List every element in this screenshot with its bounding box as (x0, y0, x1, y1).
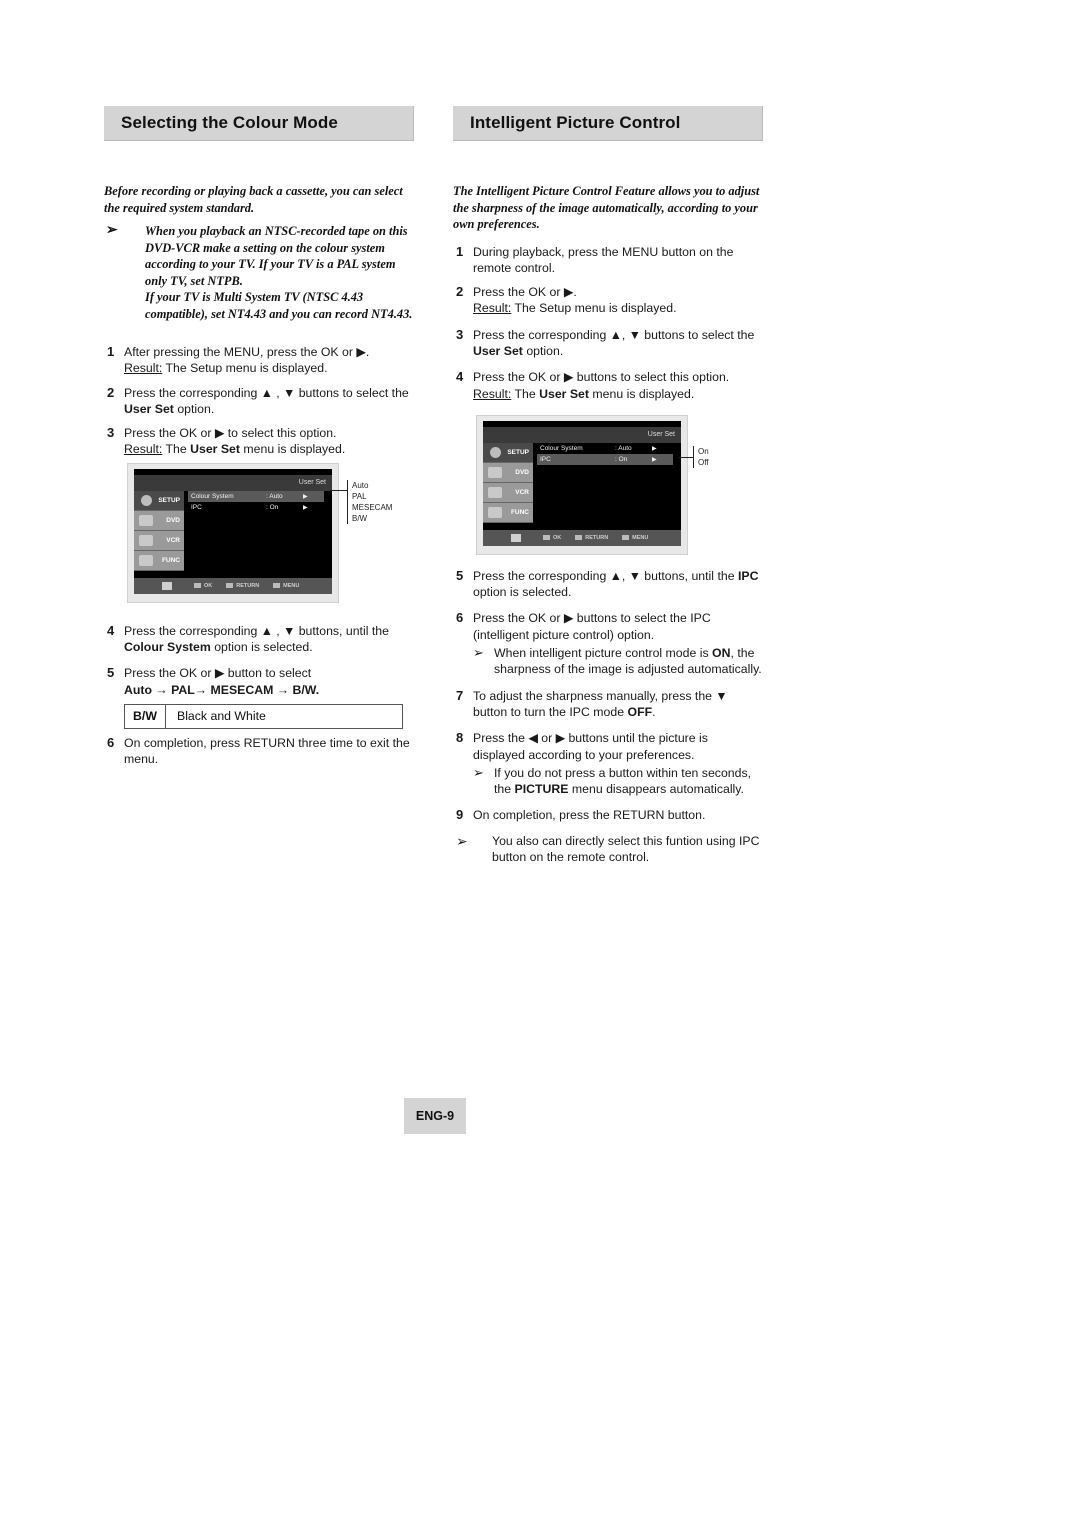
osd-tab-dvd: DVD (483, 462, 533, 483)
nav-pad-icon (162, 581, 172, 590)
step-4: 4 Press the corresponding ▲ , ▼ buttons,… (107, 622, 389, 655)
osd-tab-func: FUNC (483, 502, 533, 523)
step-8: 8 Press the ◀ or ▶ buttons until the pic… (456, 730, 752, 797)
osd-tab-setup: SETUP (134, 490, 184, 511)
osd-bottom-bar: OK RETURN MENU (483, 529, 681, 546)
osd-screen: User Set SETUP DVD VCR FUNC Colour Syste… (476, 414, 688, 555)
play-arrow-icon: ▶ (303, 493, 308, 500)
note-text-2: If your TV is Multi System TV (NTSC 4.43… (145, 290, 413, 321)
step-5: 5 Press the OK or ▶ button to select Aut… (107, 665, 320, 697)
final-note: ➢ You also can directly select this funt… (453, 833, 763, 866)
return-icon (226, 582, 234, 588)
note-arrow-icon: ➢ (473, 764, 484, 780)
osd-tab-vcr: VCR (134, 530, 184, 551)
func-icon (488, 506, 502, 518)
osd-tab-dvd: DVD (134, 510, 184, 531)
osd-title: User Set (134, 474, 332, 491)
return-icon (575, 534, 583, 540)
dvd-icon (139, 514, 153, 526)
play-arrow-icon: ▶ (652, 456, 657, 463)
step-5: 5 Press the corresponding ▲, ▼ buttons, … (456, 567, 759, 600)
dvd-icon (488, 466, 502, 478)
step-2: 2 Press the OK or ▶. Result: The Setup m… (456, 284, 677, 316)
osd-title: User Set (483, 426, 681, 443)
step-7: 7 To adjust the sharpness manually, pres… (456, 687, 728, 719)
osd-bottom-bar: OK RETURN MENU (134, 577, 332, 594)
play-arrow-icon: ▶ (652, 445, 657, 452)
page-number: ENG-9 (404, 1098, 466, 1134)
note-arrow-icon: ➢ (456, 832, 468, 849)
colour-options-list: Auto PAL MESECAM B/W (347, 479, 392, 524)
gear-icon (490, 446, 501, 458)
step-6: 6 Press the OK or ▶ buttons to select th… (456, 610, 762, 677)
ok-icon (543, 534, 550, 540)
osd-row-ipc: IPC: On ▶ (191, 503, 308, 511)
step-1: 1 After pressing the MENU, press the OK … (107, 344, 370, 376)
table-key: B/W (125, 704, 166, 728)
nav-pad-icon (511, 533, 521, 542)
note-arrow-icon: ➢ (106, 223, 118, 238)
osd-tab-func: FUNC (134, 550, 184, 571)
osd-screen: User Set SETUP DVD VCR FUNC Colour Syste… (127, 462, 339, 603)
play-arrow-icon: ▶ (303, 504, 308, 511)
step-3: 3 Press the corresponding ▲, ▼ buttons t… (456, 326, 755, 358)
section-ipc: Intelligent Picture Control The Intellig… (453, 106, 763, 865)
osd-illustration: User Set SETUP DVD VCR FUNC Colour Syste… (453, 402, 763, 567)
osd-row-ipc: IPC: On ▶ (537, 453, 673, 465)
step-1: 1 During playback, press the MENU button… (456, 243, 734, 275)
intro-text: Before recording or playing back a casse… (104, 184, 403, 215)
ipc-options-list: On Off (693, 445, 709, 468)
step-2: 2 Press the corresponding ▲ , ▼ buttons … (107, 384, 409, 416)
osd-rows: Colour System: Auto ▶ IPC: On ▶ (188, 490, 324, 513)
osd-row-colour-system: Colour System: Auto ▶ (540, 444, 657, 452)
osd-tabs: SETUP DVD VCR FUNC (134, 490, 184, 571)
osd-rows: Colour System: Auto ▶ IPC: On ▶ (537, 443, 673, 465)
step-6: 6 On completion, press RETURN three time… (107, 734, 410, 767)
vcr-icon (139, 534, 153, 546)
gear-icon (141, 494, 152, 506)
bw-table: B/W Black and White (124, 703, 403, 729)
osd-row-colour-system: Colour System: Auto ▶ (188, 490, 324, 502)
section-title: Intelligent Picture Control (453, 106, 763, 141)
osd-tab-vcr: VCR (483, 482, 533, 503)
note-arrow-icon: ➢ (473, 645, 484, 661)
osd-tab-setup: SETUP (483, 442, 533, 463)
step-9: 9 On completion, press the RETURN button… (456, 807, 706, 823)
step-4: 4 Press the OK or ▶ buttons to select th… (456, 369, 730, 401)
menu-icon (622, 534, 630, 540)
ok-icon (194, 582, 201, 588)
note-text: When you playback an NTSC-recorded tape … (145, 224, 408, 288)
table-value: Black and White (177, 709, 266, 724)
section-colour-mode: Selecting the Colour Mode Before recordi… (104, 106, 414, 768)
menu-icon (273, 582, 281, 588)
note: ➢ When you playback an NTSC-recorded tap… (104, 223, 414, 322)
osd-illustration: User Set SETUP DVD VCR FUNC Colour Syste… (104, 458, 414, 621)
section-title: Selecting the Colour Mode (104, 106, 414, 141)
func-icon (139, 554, 153, 566)
vcr-icon (488, 486, 502, 498)
step-3: 3 Press the OK or ▶ to select this optio… (107, 425, 346, 457)
connector-line (679, 456, 693, 458)
connector-line (330, 489, 347, 491)
intro-text: The Intelligent Picture Control Feature … (453, 184, 760, 231)
osd-tabs: SETUP DVD VCR FUNC (483, 442, 533, 523)
